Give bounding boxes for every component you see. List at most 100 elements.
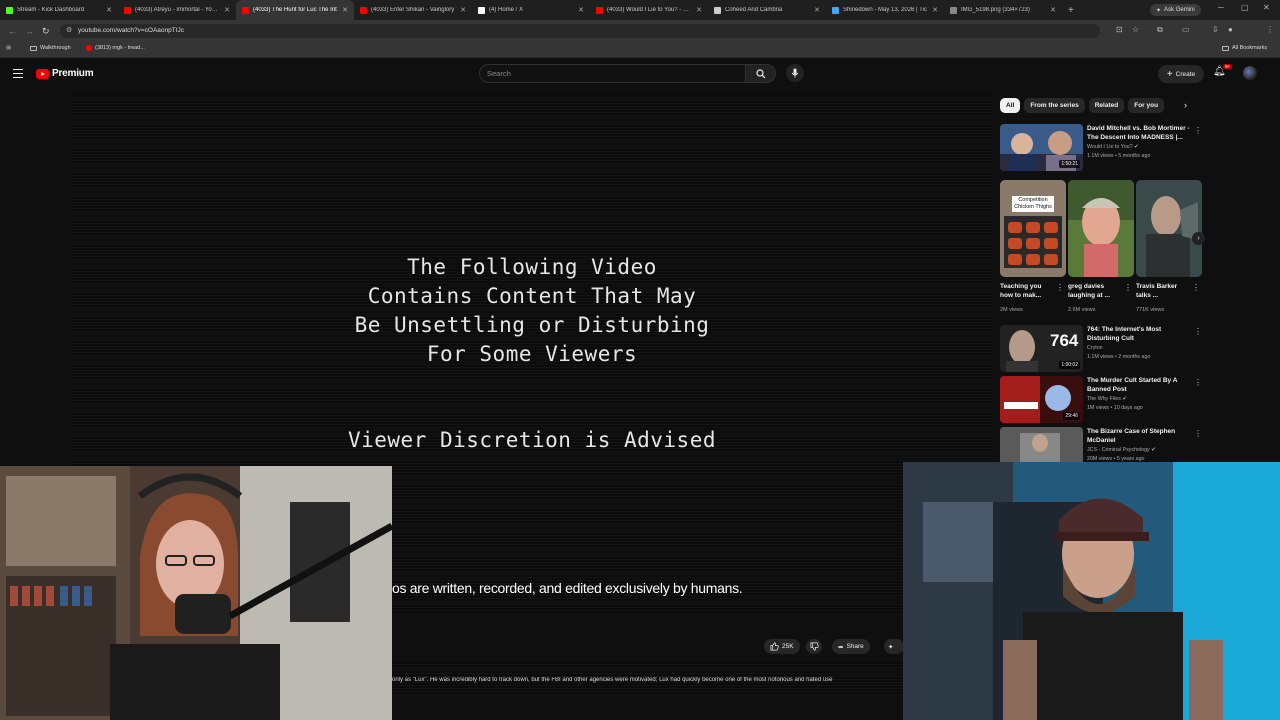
- browser-tab[interactable]: (4033) Atreyu - Immortal - YouTube ✕: [118, 0, 236, 20]
- sidepanel-icon[interactable]: ▭: [1182, 25, 1190, 34]
- close-tab-icon[interactable]: ✕: [578, 6, 584, 14]
- all-bookmarks[interactable]: All Bookmarks: [1222, 45, 1267, 51]
- video-thumbnail[interactable]: [1000, 427, 1083, 463]
- short-thumbnail[interactable]: [1136, 180, 1202, 277]
- reload-icon[interactable]: ↻: [42, 26, 50, 37]
- hamburger-menu-icon[interactable]: [13, 69, 23, 78]
- close-tab-icon[interactable]: ✕: [696, 6, 702, 14]
- bookmark-mgk[interactable]: (3813) mgk - tread...: [86, 45, 145, 51]
- recommendation-item[interactable]: 29:46 The Murder Cult Started By A Banne…: [1000, 376, 1202, 424]
- recommendation-item[interactable]: 764 1:00:02 764: The Internet's Most Dis…: [1000, 325, 1202, 373]
- short-thumbnail[interactable]: [1068, 180, 1134, 277]
- filter-chip[interactable]: From the series: [1024, 98, 1085, 113]
- minimize-icon[interactable]: ─: [1218, 3, 1224, 12]
- filter-chip[interactable]: Related: [1088, 98, 1125, 113]
- video-thumbnail[interactable]: 29:46: [1000, 376, 1083, 423]
- channel-name: JCS - Criminal Psychology: [1087, 447, 1150, 453]
- short-title[interactable]: Travis Barker talks ...: [1136, 283, 1192, 300]
- new-tab-icon[interactable]: +: [1068, 5, 1074, 16]
- rec-title[interactable]: 764: The Internet's Most Disturbing Cult: [1087, 326, 1191, 343]
- more-actions-icon[interactable]: ⋮: [1056, 283, 1064, 292]
- ask-ai-button[interactable]: ✦: [884, 639, 904, 654]
- voice-search-button[interactable]: [786, 64, 804, 82]
- browser-tab[interactable]: (4033) Enter Shikari - Vainglory ✕: [354, 0, 472, 20]
- dislike-button[interactable]: [806, 639, 822, 654]
- video-thumbnail[interactable]: 1:50:21: [1000, 124, 1083, 171]
- create-button[interactable]: + Create: [1158, 65, 1204, 83]
- extensions-icon[interactable]: ⧉: [1157, 25, 1163, 35]
- search-button[interactable]: [746, 64, 776, 83]
- video-description[interactable]: only as "Lux". He was incredibly hard to…: [392, 677, 904, 683]
- rec-title[interactable]: The Murder Cult Started By A Banned Post: [1087, 377, 1191, 394]
- short-title[interactable]: Teaching you how to mak...: [1000, 283, 1056, 300]
- close-tab-icon[interactable]: ✕: [932, 6, 938, 14]
- tab-favicon-icon: [242, 6, 249, 14]
- rec-channel[interactable]: The Why Files ✔: [1087, 396, 1127, 402]
- short-thumbnail[interactable]: Competition Chicken Thighs: [1000, 180, 1066, 277]
- short-item[interactable]: greg davies laughing at ... 2.6M views ⋮: [1068, 180, 1134, 316]
- close-window-icon[interactable]: ✕: [1263, 3, 1270, 12]
- shorts-next-button[interactable]: ›: [1192, 232, 1205, 245]
- close-tab-icon[interactable]: ✕: [814, 6, 820, 14]
- short-title[interactable]: greg davies laughing at ...: [1068, 283, 1124, 300]
- url-field[interactable]: ⚙ youtube.com/watch?v=cOAaonpTIJc: [60, 24, 1100, 38]
- menu-dots-icon[interactable]: ⋮: [1266, 25, 1274, 34]
- ask-gemini-button[interactable]: ✦ Ask Gemini: [1150, 4, 1201, 16]
- filter-chip[interactable]: For you: [1128, 98, 1165, 113]
- close-tab-icon[interactable]: ✕: [106, 6, 112, 14]
- filter-chip[interactable]: All: [1000, 98, 1021, 113]
- create-label: Create: [1175, 70, 1196, 78]
- browser-tab[interactable]: Coheed And Cambria ✕: [708, 0, 826, 20]
- more-actions-icon[interactable]: ⋮: [1194, 126, 1202, 135]
- close-tab-icon[interactable]: ✕: [460, 6, 466, 14]
- close-tab-icon[interactable]: ✕: [1050, 6, 1056, 14]
- like-button[interactable]: 25K: [764, 639, 800, 654]
- youtube-logo-icon[interactable]: [36, 69, 49, 79]
- close-tab-icon[interactable]: ✕: [224, 6, 230, 14]
- browser-tab[interactable]: (4) Home / X ✕: [472, 0, 590, 20]
- browser-tab[interactable]: IMG_5198.png (334×723) ✕: [944, 0, 1062, 20]
- search-input[interactable]: Search: [479, 64, 746, 83]
- more-actions-icon[interactable]: ⋮: [1124, 283, 1132, 292]
- chevron-right-icon[interactable]: ›: [1184, 100, 1187, 110]
- rec-channel[interactable]: Cryton: [1087, 345, 1103, 351]
- download-icon[interactable]: ⇩: [1212, 25, 1219, 34]
- close-tab-icon[interactable]: ✕: [342, 6, 348, 14]
- site-info-icon[interactable]: ⚙: [66, 24, 72, 38]
- maximize-icon[interactable]: ▢: [1241, 3, 1249, 12]
- bookmark-walkthrough[interactable]: Walkthrough: [30, 45, 71, 51]
- rec-title[interactable]: David Mitchell vs. Bob Mortimer - The De…: [1087, 125, 1191, 142]
- more-actions-icon[interactable]: ⋮: [1192, 283, 1200, 292]
- rec-channel[interactable]: JCS - Criminal Psychology ✔: [1087, 447, 1156, 453]
- more-actions-icon[interactable]: ⋮: [1194, 429, 1200, 438]
- recommendation-item[interactable]: 1:50:21 David Mitchell vs. Bob Mortimer …: [1000, 124, 1202, 172]
- rec-meta: 1M views • 10 days ago: [1087, 405, 1143, 411]
- tab-favicon-icon: [950, 6, 957, 14]
- more-actions-icon[interactable]: ⋮: [1194, 378, 1202, 387]
- browser-tab[interactable]: Stream - Kick Dashboard ✕: [0, 0, 118, 20]
- bookmark-star-icon[interactable]: ☆: [1132, 25, 1139, 34]
- forward-icon[interactable]: →: [25, 26, 34, 36]
- short-item[interactable]: Competition Chicken Thighs Teaching you …: [1000, 180, 1066, 316]
- back-icon[interactable]: ←: [8, 26, 17, 36]
- youtube-premium-wordmark[interactable]: Premium: [52, 68, 94, 79]
- account-avatar[interactable]: [1243, 66, 1257, 80]
- rec-channel[interactable]: Would I Lie to You? ✔: [1087, 144, 1139, 150]
- rec-title[interactable]: The Bizarre Case of Stephen McDaniel: [1087, 428, 1191, 445]
- sidebar-filter-chips: All From the series Related For you: [1000, 98, 1165, 114]
- apps-grid-icon[interactable]: ▦: [6, 45, 11, 51]
- profile-icon[interactable]: ●: [1228, 25, 1233, 34]
- browser-tab[interactable]: (4033) The Hunt for Luc The Int ✕: [236, 0, 354, 20]
- short-item[interactable]: Travis Barker talks ... 771K views ⋮: [1136, 180, 1202, 316]
- share-button[interactable]: ➦ Share: [832, 639, 870, 654]
- browser-tab[interactable]: (4033) Would I Lie to You? - Ser ✕: [590, 0, 708, 20]
- thumbnail-image: [1068, 180, 1134, 277]
- install-icon[interactable]: ⊡: [1116, 25, 1123, 34]
- more-actions-icon[interactable]: ⋮: [1194, 327, 1202, 336]
- folder-icon: [30, 45, 37, 51]
- recommendation-item[interactable]: The Bizarre Case of Stephen McDaniel JCS…: [1000, 427, 1200, 463]
- short-views: 2.6M views: [1068, 307, 1096, 313]
- duration-badge: 1:00:02: [1059, 361, 1080, 369]
- browser-tab[interactable]: Shinedown - May 13, 2026 | Tic ✕: [826, 0, 944, 20]
- video-thumbnail[interactable]: 764 1:00:02: [1000, 325, 1083, 372]
